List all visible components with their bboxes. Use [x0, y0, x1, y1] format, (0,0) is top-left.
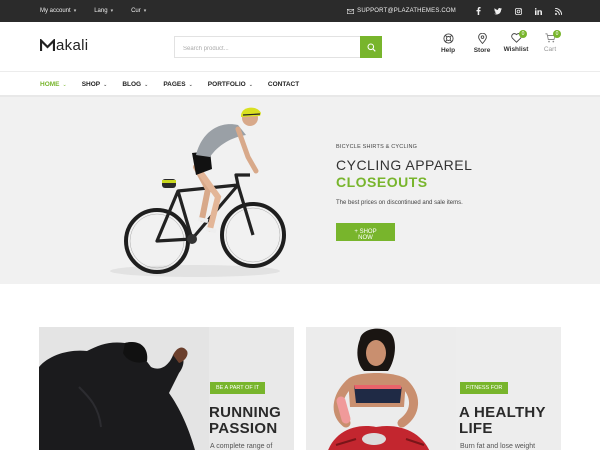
nav-item-contact[interactable]: CONTACT	[268, 81, 299, 88]
banner-title-line: RUNNING	[209, 404, 282, 421]
banner-title-line: A HEALTHY	[459, 404, 546, 421]
help-label: Help	[440, 47, 456, 54]
nav-item-label: BLOG	[122, 81, 142, 88]
site-logo[interactable]: akali	[40, 37, 88, 54]
chevron-down-icon: ⌄	[62, 81, 67, 88]
language-label: Lang	[94, 8, 108, 14]
lifebuoy-icon	[442, 33, 454, 44]
nav-item-label: PAGES	[163, 81, 186, 88]
header-icons: Help Store 0 Wishlist 0 Cart	[436, 30, 562, 54]
banner-title-line: LIFE	[459, 420, 493, 437]
banner-description: Burn fat and lose weight	[460, 443, 536, 450]
top-bar: My account ▾ Lang ▾ Cur ▾ SUPPORT@PLAZAT…	[0, 0, 600, 22]
chevron-down-icon: ⌄	[103, 81, 108, 88]
store-link[interactable]: Store	[470, 33, 494, 54]
support-email: SUPPORT@PLAZATHEMES.COM	[357, 8, 456, 14]
search-bar	[174, 36, 382, 59]
map-pin-icon	[477, 33, 487, 44]
runner-image	[39, 327, 209, 450]
hero-caption: BICYCLE SHIRTS & CYCLING CYCLING APPAREL…	[336, 144, 472, 244]
search-input[interactable]	[175, 39, 361, 59]
hero-slider: BICYCLE SHIRTS & CYCLING CYCLING APPAREL…	[0, 97, 600, 284]
help-link[interactable]: Help	[436, 33, 460, 54]
nav-item-label: CONTACT	[267, 81, 300, 88]
site-header: akali Help Store 0 Wishlist 0 Cart	[0, 22, 600, 72]
fitness-woman-image	[306, 327, 456, 450]
search-button[interactable]	[360, 36, 382, 58]
facebook-icon[interactable]	[474, 7, 482, 15]
nav-item-label: SHOP	[81, 81, 101, 88]
currency-dropdown[interactable]: Cur ▾	[131, 8, 146, 14]
hero-title: CYCLING APPAREL	[336, 157, 473, 173]
logo-mark-icon	[40, 39, 55, 51]
top-bar-left: My account ▾ Lang ▾ Cur ▾	[40, 0, 146, 22]
chevron-down-icon: ▾	[110, 8, 114, 14]
nav-item-label: PORTFOLIO	[207, 81, 246, 88]
main-nav: HOME ⌄ SHOP ⌄ BLOG ⌄ PAGES ⌄ PORTFOLIO ⌄…	[0, 72, 600, 97]
nav-item-blog[interactable]: BLOG ⌄	[122, 81, 148, 88]
cyclist-image	[110, 107, 286, 277]
chevron-down-icon: ⌄	[188, 81, 193, 88]
banner-fitness[interactable]: FITNESS FOR A HEALTHY LIFE Burn fat and …	[306, 327, 561, 450]
my-account-label: My account	[40, 8, 71, 14]
cart-count-badge: 0	[553, 30, 561, 38]
wishlist-label: Wishlist	[503, 46, 529, 53]
instagram-icon[interactable]	[514, 7, 522, 15]
nav-item-home[interactable]: HOME ⌄	[40, 81, 67, 88]
language-dropdown[interactable]: Lang ▾	[94, 8, 113, 14]
nav-item-pages[interactable]: PAGES ⌄	[163, 81, 192, 88]
banner-running[interactable]: BE A PART OF IT RUNNING PASSION A comple…	[39, 327, 294, 450]
twitter-icon[interactable]	[494, 7, 502, 15]
nav-item-shop[interactable]: SHOP ⌄	[82, 81, 108, 88]
chevron-down-icon: ⌄	[248, 81, 253, 88]
banner-tag: BE A PART OF IT	[210, 382, 266, 394]
chevron-down-icon: ⌄	[144, 81, 149, 88]
top-bar-right: SUPPORT@PLAZATHEMES.COM	[347, 0, 562, 22]
logo-text: akali	[56, 37, 89, 54]
hero-title-highlight: CLOSEOUTS	[336, 174, 428, 190]
cart-link[interactable]: 0 Cart	[538, 30, 562, 54]
search-icon	[367, 43, 376, 52]
banner-title-line: PASSION	[209, 420, 278, 437]
mail-icon	[347, 8, 355, 14]
wishlist-link[interactable]: 0 Wishlist	[503, 30, 529, 54]
cart-label: Cart	[543, 46, 557, 53]
currency-label: Cur	[131, 8, 141, 14]
hero-subtitle: BICYCLE SHIRTS & CYCLING	[336, 144, 418, 150]
banner-title: A HEALTHY LIFE	[459, 405, 546, 437]
nav-item-label: HOME	[40, 81, 60, 88]
support-email-link[interactable]: SUPPORT@PLAZATHEMES.COM	[347, 8, 456, 14]
rss-icon[interactable]	[554, 7, 562, 15]
my-account-dropdown[interactable]: My account ▾	[40, 8, 76, 14]
chevron-down-icon: ▾	[143, 8, 147, 14]
store-label: Store	[473, 47, 491, 54]
hero-description: The best prices on discontinued and sale…	[336, 200, 463, 206]
nav-item-portfolio[interactable]: PORTFOLIO ⌄	[208, 81, 253, 88]
linkedin-icon[interactable]	[534, 7, 542, 15]
banner-tag: FITNESS FOR	[460, 382, 509, 394]
banner-description: A complete range of	[210, 443, 273, 450]
chevron-down-icon: ▾	[73, 8, 77, 14]
banner-title: RUNNING PASSION	[209, 405, 281, 437]
wishlist-count-badge: 0	[519, 30, 527, 38]
shop-now-button[interactable]: + SHOP NOW	[336, 223, 395, 241]
